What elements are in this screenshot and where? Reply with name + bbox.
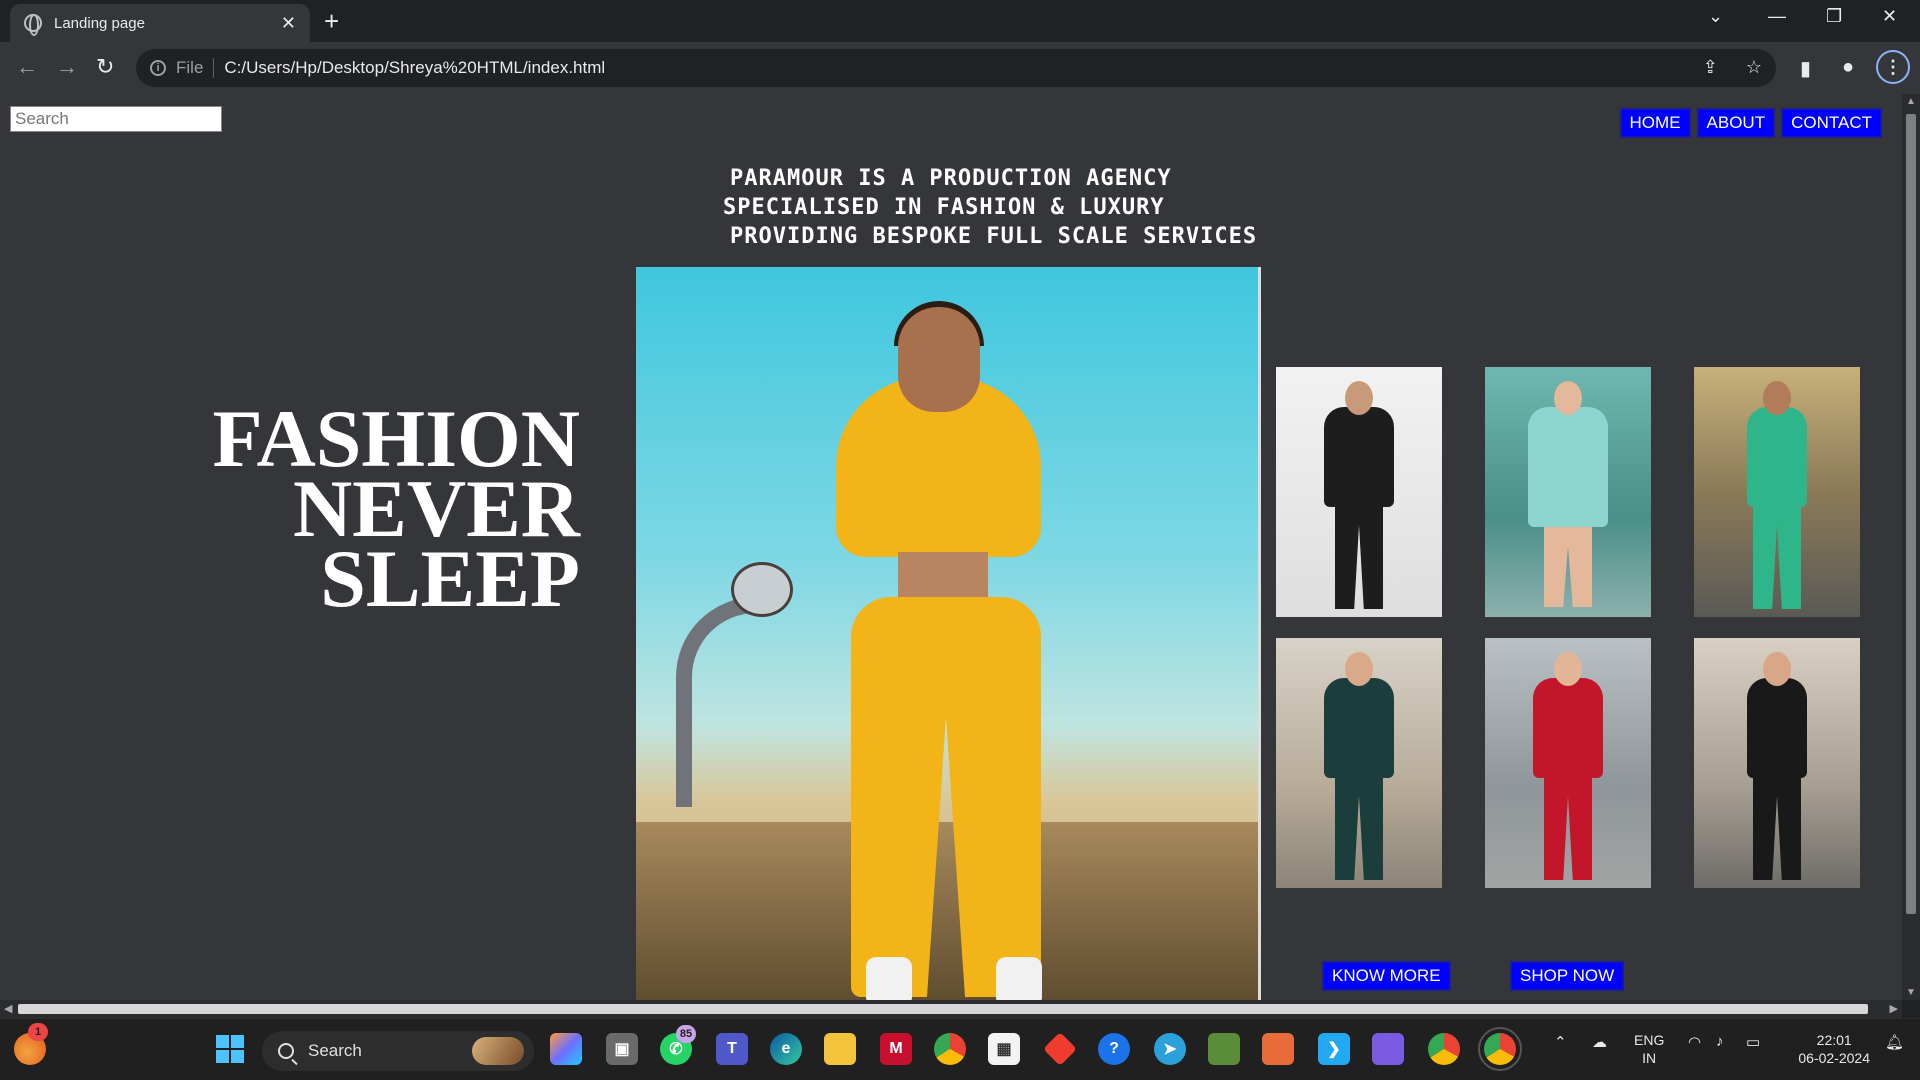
copilot-icon[interactable] (550, 1033, 582, 1065)
shop-now-button[interactable]: SHOP NOW (1510, 961, 1625, 991)
nav-home-button[interactable]: HOME (1619, 108, 1691, 138)
url-text[interactable]: C:/Users/Hp/Desktop/Shreya%20HTML/index.… (224, 58, 605, 78)
new-tab-button[interactable]: + (324, 6, 339, 37)
tab-close-icon[interactable]: ✕ (281, 13, 296, 34)
taskbar-search-label: Search (308, 1041, 362, 1060)
search-icon (278, 1043, 294, 1059)
scroll-down-arrow-icon[interactable]: ▼ (1906, 987, 1916, 998)
video-editor-icon[interactable] (1372, 1033, 1404, 1065)
notification-bell-icon[interactable]: 🔔︎ (1885, 1033, 1904, 1051)
hero-line-3: SLEEP (320, 533, 580, 624)
basketball-pole (676, 597, 766, 807)
vertical-scrollbar[interactable]: ▲ ▼ (1902, 94, 1920, 1000)
side-panel-icon[interactable]: ▮ (1800, 56, 1811, 81)
anydesk-icon[interactable] (1043, 1032, 1077, 1066)
whatsapp-badge: 85 (676, 1025, 696, 1043)
task-view-icon[interactable]: ▣ (606, 1033, 638, 1065)
search-input[interactable] (10, 106, 222, 132)
file-explorer-icon[interactable] (824, 1033, 856, 1065)
taskbar-search-box[interactable]: Search (262, 1031, 534, 1071)
know-more-button[interactable]: KNOW MORE (1322, 961, 1451, 991)
gallery-image-black-outfit (1694, 638, 1860, 888)
volume-icon[interactable]: ♪ (1716, 1033, 1724, 1050)
bookmark-star-icon[interactable]: ☆ (1746, 57, 1762, 78)
tagline-line-3: PROVIDING BESPOKE FULL SCALE SERVICES (730, 224, 1258, 249)
gallery-image-red-suit (1485, 638, 1651, 888)
teams-icon[interactable]: T (716, 1033, 748, 1065)
browser-menu-icon[interactable]: ⋮ (1876, 50, 1910, 84)
nav-about-button[interactable]: ABOUT (1696, 108, 1776, 138)
clock-date: 06-02-2024 (1798, 1050, 1870, 1066)
top-navigation: HOME ABOUT CONTACT (1619, 108, 1882, 138)
hero-headline: FASHION NEVER SLEEP (200, 398, 580, 624)
tagline-line-2: SPECIALISED IN FASHION & LUXURY (723, 195, 1165, 220)
minimize-icon[interactable]: — (1768, 6, 1786, 27)
microsoft-store-icon[interactable]: ▦ (988, 1033, 1020, 1065)
gallery-image-green-suit (1694, 367, 1860, 617)
game-icon[interactable] (1208, 1033, 1240, 1065)
search-highlight-image (472, 1037, 524, 1065)
address-bar[interactable]: i File C:/Users/Hp/Desktop/Shreya%20HTML… (136, 49, 1776, 87)
help-icon[interactable]: ? (1098, 1033, 1130, 1065)
window-close-icon[interactable]: ✕ (1882, 6, 1897, 27)
gallery-image-mint-dress (1485, 367, 1651, 617)
mcafee-icon[interactable]: M (880, 1033, 912, 1065)
forward-icon[interactable]: → (56, 54, 78, 80)
windows-taskbar: 1 Search ▣ ✆ 85 T e M ▦ ? ➤ ❯ ⌃ ☁ ENG IN… (0, 1018, 1920, 1080)
telegram-icon[interactable]: ➤ (1154, 1033, 1186, 1065)
site-info-icon[interactable]: i (150, 60, 166, 76)
system-clock[interactable]: 22:01 06-02-2024 (1798, 1031, 1870, 1067)
wifi-icon[interactable]: ◠ (1688, 1033, 1701, 1051)
vscode-icon[interactable]: ❯ (1318, 1033, 1350, 1065)
onedrive-icon[interactable]: ☁ (1592, 1033, 1607, 1051)
restore-icon[interactable]: ❐ (1826, 6, 1842, 27)
chrome-profile-icon[interactable] (1428, 1033, 1460, 1065)
reload-icon[interactable]: ↻ (96, 54, 114, 80)
battery-icon[interactable]: ▭ (1746, 1033, 1760, 1051)
horizontal-scrollbar[interactable]: ◀ ▶ (0, 1000, 1902, 1018)
clock-time: 22:01 (1816, 1032, 1852, 1048)
nav-contact-button[interactable]: CONTACT (1781, 108, 1882, 138)
url-separator (213, 58, 215, 78)
share-icon[interactable]: ⇪ (1703, 57, 1718, 78)
chrome-icon[interactable] (934, 1033, 966, 1065)
edge-icon[interactable]: e (770, 1033, 802, 1065)
browser-tab-strip: Landing page ✕ + ⌄ — ❐ ✕ (0, 0, 1920, 42)
vertical-scroll-thumb[interactable] (1906, 114, 1916, 914)
gallery-image-black-suit (1276, 367, 1442, 617)
region-label: IN (1642, 1050, 1657, 1066)
browser-toolbar: ← → ↻ i File C:/Users/Hp/Desktop/Shreya%… (0, 42, 1920, 94)
profile-icon[interactable]: ● (1842, 56, 1854, 79)
basketball-hoop (731, 562, 793, 617)
windows-start-icon[interactable] (214, 1033, 246, 1065)
photo-app-icon[interactable] (1262, 1033, 1294, 1065)
url-scheme-label: File (176, 58, 204, 77)
browser-tab[interactable]: Landing page ✕ (10, 4, 310, 42)
horizontal-scroll-thumb[interactable] (18, 1004, 1868, 1014)
tab-search-chevron-icon[interactable]: ⌄ (1708, 6, 1723, 27)
scroll-left-arrow-icon[interactable]: ◀ (4, 1002, 12, 1015)
language-label: ENG (1634, 1032, 1665, 1048)
gallery-image-teal-suit (1276, 638, 1442, 888)
chrome-active-icon[interactable] (1478, 1027, 1522, 1071)
hero-model-image (636, 267, 1261, 1000)
tab-title: Landing page (54, 14, 145, 32)
scroll-up-arrow-icon[interactable]: ▲ (1906, 96, 1916, 107)
agency-tagline: PARAMOUR IS A PRODUCTION AGENCY SPECIALI… (723, 164, 1258, 251)
back-icon[interactable]: ← (16, 54, 38, 80)
weather-badge: 1 (28, 1023, 48, 1041)
tagline-line-1: PARAMOUR IS A PRODUCTION AGENCY (730, 166, 1172, 191)
scroll-right-arrow-icon[interactable]: ▶ (1890, 1002, 1898, 1015)
globe-icon (24, 14, 42, 36)
show-hidden-icons-chevron[interactable]: ⌃ (1554, 1033, 1567, 1051)
language-indicator[interactable]: ENG IN (1634, 1031, 1664, 1067)
page-viewport: HOME ABOUT CONTACT PARAMOUR IS A PRODUCT… (0, 94, 1902, 1000)
